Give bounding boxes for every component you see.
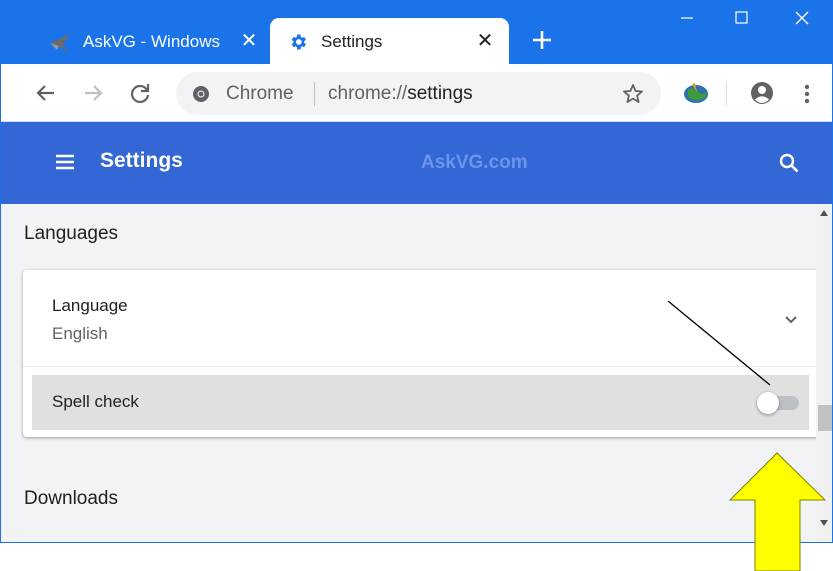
- tab-strip: AskVG - Windows ✕ Settings ✕: [1, 0, 832, 64]
- settings-gear-icon: [291, 34, 306, 50]
- section-title-languages: Languages: [24, 223, 119, 244]
- close-icon[interactable]: [773, 0, 829, 40]
- tab-askvg[interactable]: AskVG - Windows ✕: [31, 18, 267, 64]
- minimize-icon[interactable]: [659, 0, 715, 40]
- tab-title: AskVG - Windows: [83, 32, 220, 51]
- spell-check-row[interactable]: Spell check: [32, 375, 809, 430]
- maximize-icon[interactable]: [713, 0, 769, 40]
- chrome-icon: [193, 86, 209, 102]
- tab-close-icon[interactable]: ✕: [236, 28, 262, 54]
- back-arrow-icon[interactable]: [32, 79, 60, 107]
- new-tab-icon[interactable]: [528, 26, 556, 54]
- language-row[interactable]: Language English: [23, 270, 821, 366]
- chevron-down-icon[interactable]: [780, 308, 802, 330]
- toggle-knob: [757, 392, 779, 414]
- scroll-thumb[interactable]: [818, 405, 832, 431]
- section-title-downloads: Downloads: [24, 488, 118, 509]
- settings-header: Settings AskVG.com: [1, 122, 832, 204]
- extension-globe-icon[interactable]: [682, 80, 710, 106]
- forward-arrow-icon[interactable]: [79, 79, 107, 107]
- askvg-favicon: [50, 34, 70, 52]
- scroll-up-arrow-icon[interactable]: [820, 210, 828, 216]
- card-divider: [23, 366, 821, 367]
- settings-content: Languages Language English Spell check D…: [1, 204, 832, 542]
- search-icon[interactable]: [778, 152, 800, 174]
- toolbar-separator: [726, 82, 727, 106]
- address-bar[interactable]: Chrome chrome://settings: [176, 72, 661, 115]
- tab-settings[interactable]: Settings ✕: [270, 18, 509, 64]
- scroll-down-arrow-icon[interactable]: [820, 520, 828, 526]
- scrollbar[interactable]: [816, 204, 832, 542]
- watermark: AskVG.com: [421, 152, 528, 173]
- browser-toolbar: Chrome chrome://settings: [1, 64, 832, 122]
- url-host: settings: [407, 83, 473, 104]
- url-scheme: chrome://: [328, 83, 408, 104]
- site-name: Chrome: [226, 83, 294, 104]
- page-title: Settings: [100, 149, 183, 172]
- language-label: Language: [52, 296, 128, 315]
- hamburger-menu-icon[interactable]: [54, 151, 76, 173]
- language-value: English: [52, 324, 108, 343]
- languages-card: Language English Spell check: [23, 270, 821, 437]
- tab-title: Settings: [321, 32, 383, 51]
- kebab-menu-icon[interactable]: [797, 80, 817, 108]
- spell-check-toggle[interactable]: [757, 392, 801, 414]
- spell-check-label: Spell check: [52, 392, 139, 411]
- omnibox-separator: [314, 82, 315, 106]
- url-text[interactable]: chrome://settings: [328, 83, 473, 105]
- bookmark-star-icon[interactable]: [621, 82, 645, 106]
- profile-icon[interactable]: [749, 80, 775, 106]
- tab-close-icon[interactable]: ✕: [472, 28, 498, 54]
- reload-icon[interactable]: [126, 79, 154, 107]
- browser-window: AskVG - Windows ✕ Settings ✕ Chrome chro…: [0, 0, 833, 543]
